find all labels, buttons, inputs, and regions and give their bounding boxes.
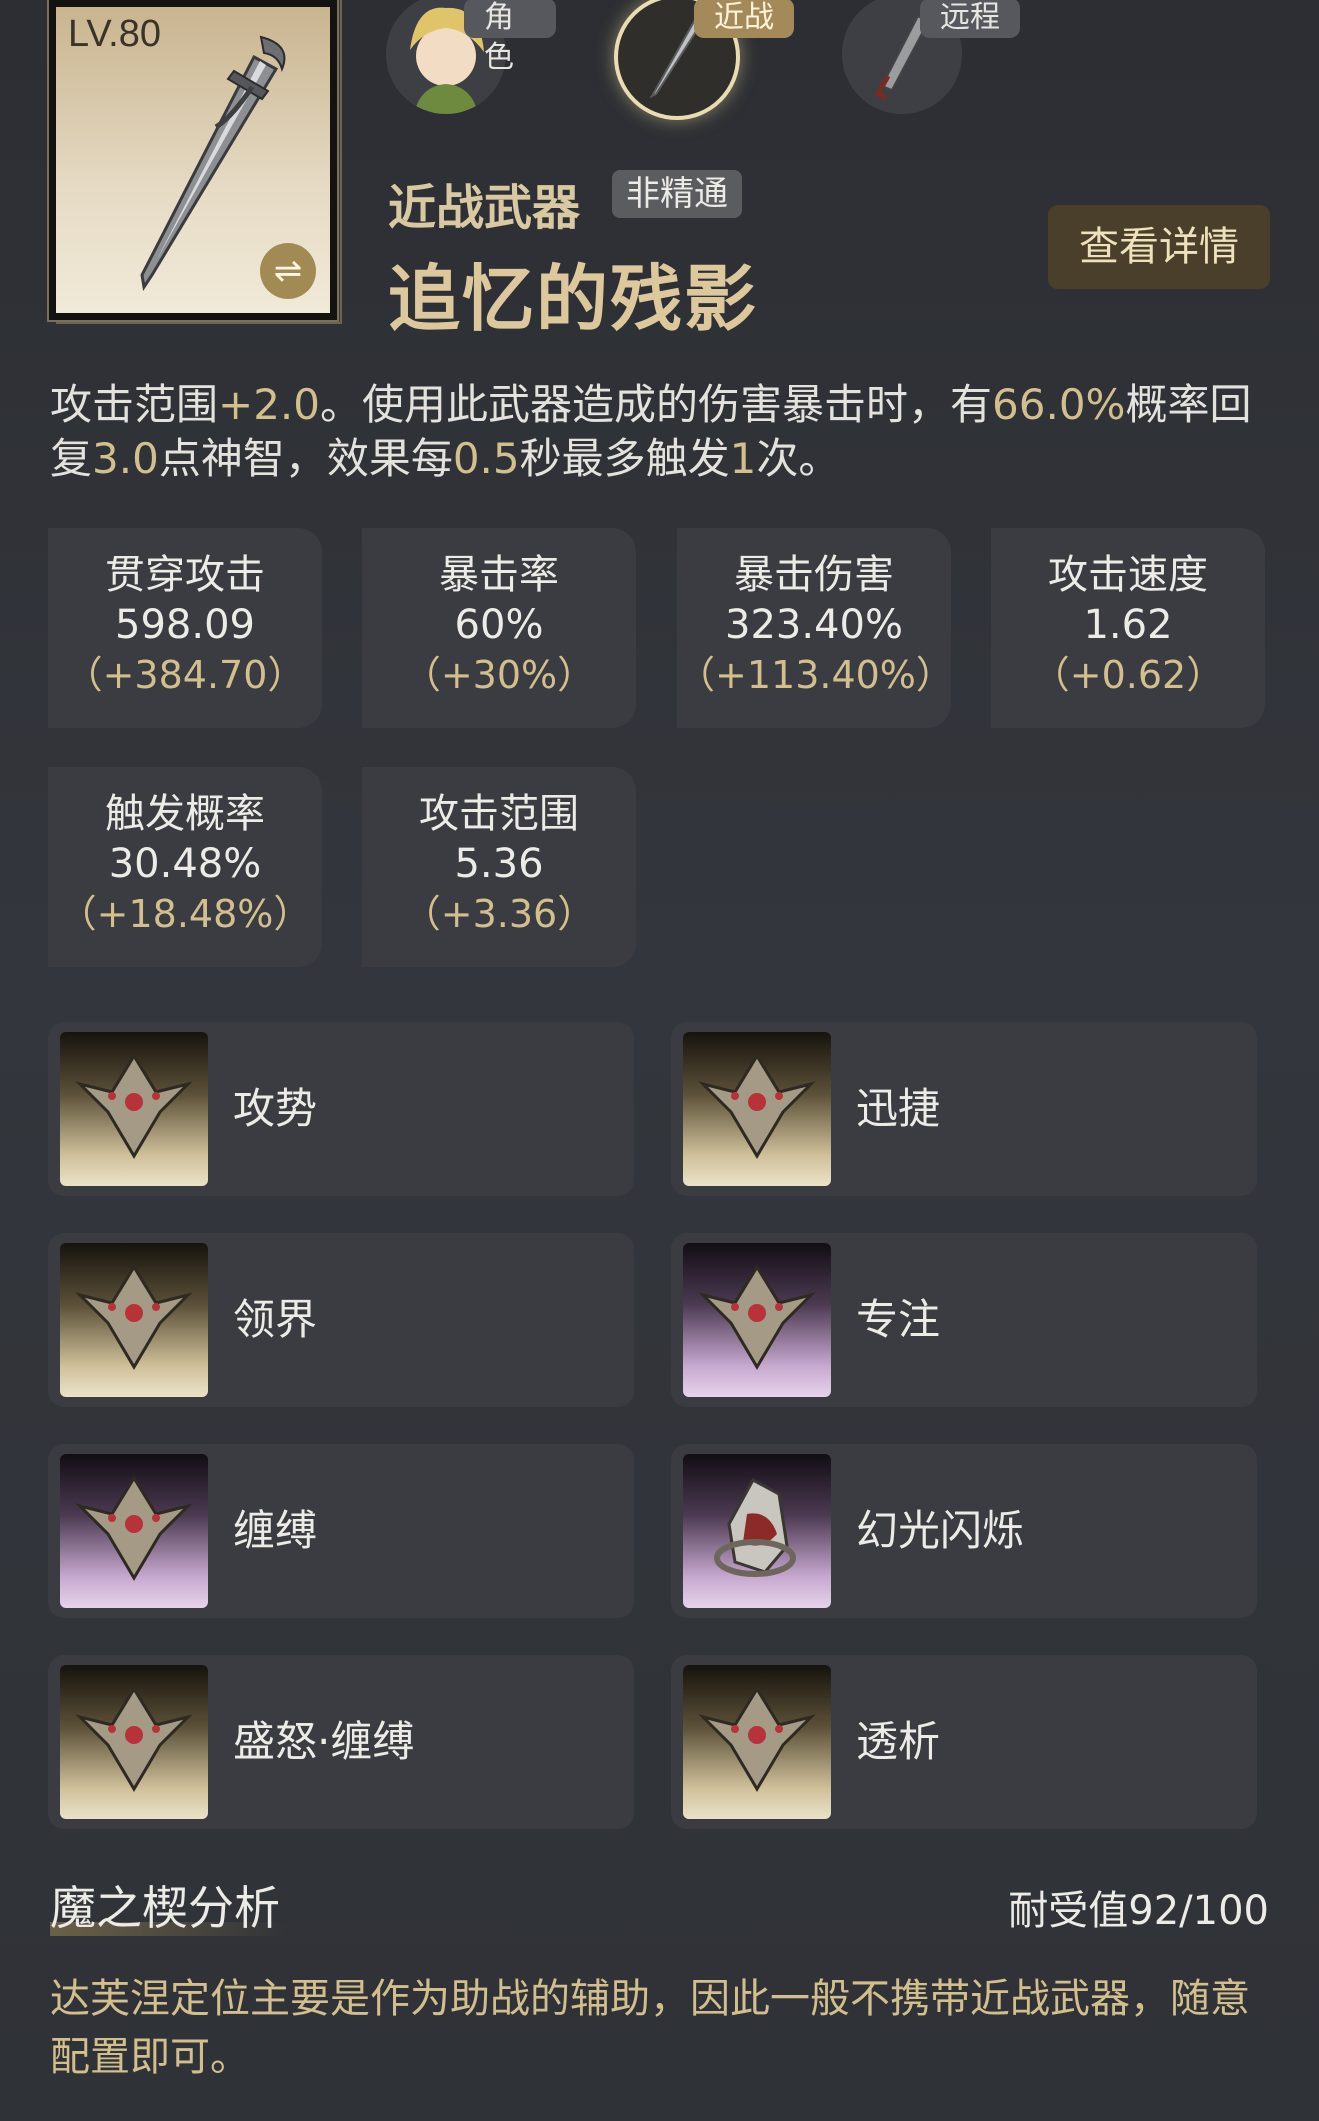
weapon-name: 追忆的残影 [388, 257, 759, 341]
module-slot[interactable]: 专注 [671, 1233, 1257, 1407]
stat-delta: （+0.62） [1031, 653, 1225, 697]
desc-text: 次。 [756, 434, 841, 483]
stat-delta: （+30%） [402, 653, 596, 697]
desc-value: 3.0 [92, 434, 159, 483]
stat-value: 5.36 [454, 841, 544, 887]
stat-value: 1.62 [1083, 602, 1173, 648]
module-name: 攻势 [233, 1084, 318, 1133]
tab-ranged[interactable]: 远程 [842, 0, 1022, 120]
desc-text: 点神智，效果每 [158, 434, 453, 483]
ring-emblem-icon [683, 1454, 831, 1608]
module-emblem-icon [683, 1032, 831, 1186]
tab-melee-label: 近战 [694, 0, 794, 38]
analysis-text: 达芙涅定位主要是作为助战的辅助，因此一般不携带近战武器，随意配置即可。 [50, 1976, 1250, 2080]
module-slot[interactable]: 缠缚 [48, 1444, 634, 1618]
stat-value: 323.40% [725, 602, 903, 648]
desc-text: 攻击范围 [50, 380, 219, 429]
stat-trigger-chance: 触发概率 30.48% （+18.48%） [48, 767, 322, 967]
stat-crit-rate: 暴击率 60% （+30%） [362, 528, 636, 728]
module-name: 盛怒·缠缚 [233, 1717, 415, 1766]
tab-character-label: 角色 [464, 0, 556, 75]
stat-pierce-attack: 贯穿攻击 598.09 （+384.70） [48, 528, 322, 728]
stat-attack-range: 攻击范围 5.36 （+3.36） [362, 767, 636, 967]
module-slot[interactable]: 透析 [671, 1655, 1257, 1829]
tab-character[interactable]: 角色 [386, 0, 556, 120]
module-name: 专注 [856, 1295, 941, 1344]
stat-value: 30.48% [108, 841, 262, 887]
desc-value: +2.0 [218, 380, 321, 429]
stat-delta: （+3.36） [402, 892, 596, 936]
weapon-description: 攻击范围+2.0。使用此武器造成的伤害暴击时，有66.0%概率回复3.0点神智，… [50, 378, 1270, 486]
stat-delta: （+18.48%） [58, 892, 312, 936]
module-emblem-icon [60, 1665, 208, 1819]
desc-value: 0.5 [452, 434, 520, 483]
module-emblem-icon [683, 1243, 831, 1397]
desc-value: 1 [729, 434, 757, 483]
stat-delta: （+113.40%） [677, 653, 954, 697]
stat-label: 攻击范围 [419, 791, 579, 837]
desc-text: 。使用此武器造成的伤害暴击时，有 [320, 380, 993, 429]
module-emblem-icon [60, 1243, 208, 1397]
module-slot[interactable]: 幻光闪烁 [671, 1444, 1257, 1618]
stat-value: 598.09 [115, 602, 255, 648]
tab-melee[interactable]: 近战 [614, 0, 794, 120]
analysis-title: 魔之楔分析 [50, 1881, 280, 1935]
mastery-badge: 非精通 [612, 170, 742, 218]
module-emblem-icon [683, 1665, 831, 1819]
stat-label: 贯穿攻击 [105, 552, 265, 598]
desc-text: 秒最多触发 [519, 434, 730, 483]
module-emblem-icon [60, 1032, 208, 1186]
tab-ranged-label: 远程 [920, 0, 1020, 38]
weapon-card[interactable]: LV.80 ⇌ [47, 0, 339, 322]
module-slot[interactable]: 迅捷 [671, 1022, 1257, 1196]
stat-value: 60% [454, 602, 544, 648]
endurance-value: 耐受值92/100 [1008, 1888, 1269, 1934]
module-name: 迅捷 [856, 1084, 941, 1133]
module-name: 透析 [856, 1717, 941, 1766]
stat-label: 暴击伤害 [734, 552, 894, 598]
module-name: 领界 [233, 1295, 318, 1344]
module-slot[interactable]: 领界 [48, 1233, 634, 1407]
module-name: 缠缚 [233, 1506, 318, 1555]
stat-label: 触发概率 [105, 791, 265, 837]
module-slot[interactable]: 盛怒·缠缚 [48, 1655, 634, 1829]
stat-delta: （+384.70） [64, 653, 306, 697]
stat-label: 暴击率 [439, 552, 559, 598]
view-details-button[interactable]: 查看详情 [1048, 205, 1270, 289]
swap-icon[interactable]: ⇌ [260, 243, 316, 299]
stat-label: 攻击速度 [1048, 552, 1208, 598]
module-slot[interactable]: 攻势 [48, 1022, 634, 1196]
desc-value: 66.0% [992, 380, 1126, 429]
stat-attack-speed: 攻击速度 1.62 （+0.62） [991, 528, 1265, 728]
stat-crit-damage: 暴击伤害 323.40% （+113.40%） [677, 528, 954, 728]
module-name: 幻光闪烁 [856, 1506, 1025, 1555]
weapon-type: 近战武器 [388, 180, 581, 236]
module-emblem-icon [60, 1454, 208, 1608]
